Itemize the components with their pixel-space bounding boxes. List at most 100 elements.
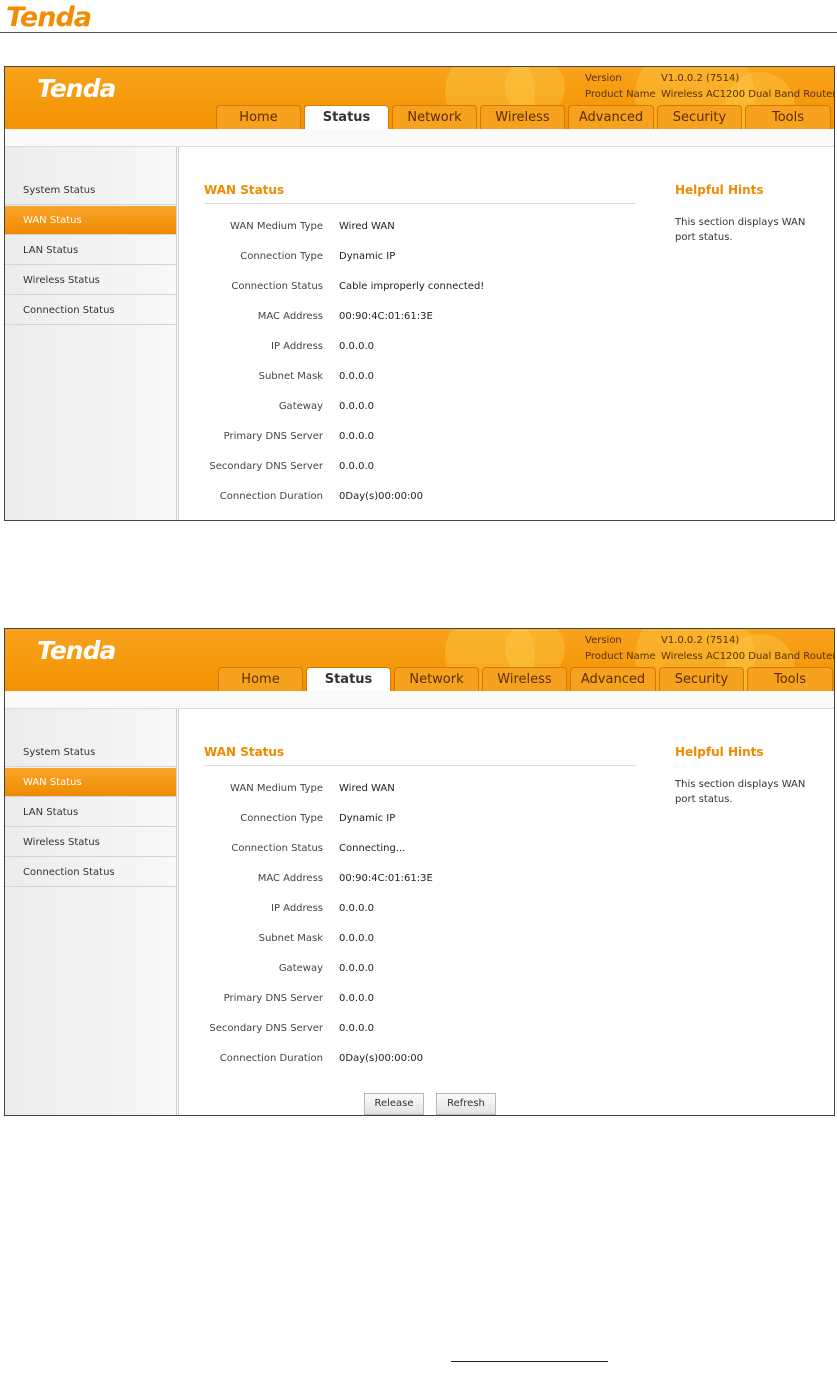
main-content: WAN Status WAN Medium Type Wired WAN Con… <box>178 709 659 1115</box>
ip-address-label: IP Address <box>271 903 323 914</box>
subnet-mask-label: Subnet Mask <box>258 933 323 944</box>
tab-security[interactable]: Security <box>657 105 742 129</box>
tab-wireless[interactable]: Wireless <box>482 667 567 691</box>
tab-home[interactable]: Home <box>216 105 301 129</box>
ip-address-label: IP Address <box>271 341 323 352</box>
sidebar-item-system-status[interactable]: System Status <box>5 738 176 767</box>
sidebar-item-wan-status[interactable]: WAN Status <box>5 206 176 235</box>
sidebar-item-lan-status[interactable]: LAN Status <box>5 236 176 265</box>
document-header-rule <box>0 32 837 33</box>
connection-type-value: Dynamic IP <box>339 251 396 262</box>
connection-status-value: Connecting... <box>339 843 406 854</box>
sidebar-item-wireless-status[interactable]: Wireless Status <box>5 266 176 295</box>
connection-status-value: Cable improperly connected! <box>339 281 485 292</box>
connection-duration-label: Connection Duration <box>219 491 323 502</box>
product-name-value: Wireless AC1200 Dual Band Router <box>661 651 834 662</box>
gateway-label: Gateway <box>278 963 323 974</box>
gateway-label: Gateway <box>278 401 323 412</box>
ip-address-value: 0.0.0.0 <box>339 341 374 352</box>
tab-home[interactable]: Home <box>218 667 303 691</box>
device-info: Version V1.0.0.2 (7514) Product Name Wirel… <box>585 71 834 103</box>
tab-status[interactable]: Status <box>304 105 389 129</box>
tab-advanced[interactable]: Advanced <box>568 105 654 129</box>
primary-dns-value: 0.0.0.0 <box>339 431 374 442</box>
device-info: Version V1.0.0.2 (7514) Product Name Wirel… <box>585 633 834 665</box>
connection-status-label: Connection Status <box>231 843 323 854</box>
helpful-hints-panel: Helpful Hints This section displays WAN … <box>658 147 834 520</box>
subnet-mask-value: 0.0.0.0 <box>339 371 374 382</box>
subnet-mask-label: Subnet Mask <box>258 371 323 382</box>
main-content: WAN Status WAN Medium Type Wired WAN Con… <box>178 147 659 520</box>
section-divider <box>204 765 636 766</box>
sub-header-bar <box>5 129 834 147</box>
helpful-hints-title: Helpful Hints <box>675 183 764 197</box>
tenda-logo: Tenda <box>37 636 116 665</box>
helpful-hints-title: Helpful Hints <box>675 745 764 759</box>
version-label: Version <box>585 635 622 646</box>
tab-advanced[interactable]: Advanced <box>570 667 656 691</box>
sidebar-item-system-status[interactable]: System Status <box>5 176 176 205</box>
sidebar-item-wireless-status[interactable]: Wireless Status <box>5 828 176 857</box>
tenda-logo: Tenda <box>37 74 116 103</box>
gateway-value: 0.0.0.0 <box>339 401 374 412</box>
tab-network[interactable]: Network <box>392 105 477 129</box>
product-name-value: Wireless AC1200 Dual Band Router <box>661 89 834 100</box>
connection-status-label: Connection Status <box>231 281 323 292</box>
router-ui-screenshot-1: Tenda Version V1.0.0.2 (7514) Product Nam… <box>4 66 835 521</box>
sidebar-item-connection-status[interactable]: Connection Status <box>5 296 176 325</box>
mac-address-value: 00:90:4C:01:61:3E <box>339 873 433 884</box>
refresh-button[interactable]: Refresh <box>436 1093 496 1115</box>
secondary-dns-label: Secondary DNS Server <box>209 1023 323 1034</box>
tab-security[interactable]: Security <box>659 667 744 691</box>
mac-address-label: MAC Address <box>257 873 323 884</box>
secondary-dns-value: 0.0.0.0 <box>339 461 374 472</box>
subnet-mask-value: 0.0.0.0 <box>339 933 374 944</box>
tab-tools[interactable]: Tools <box>747 667 833 691</box>
tab-wireless[interactable]: Wireless <box>480 105 565 129</box>
sidebar-item-lan-status[interactable]: LAN Status <box>5 798 176 827</box>
primary-dns-label: Primary DNS Server <box>223 993 323 1004</box>
connection-type-label: Connection Type <box>240 813 323 824</box>
product-name-label: Product Name <box>585 651 656 662</box>
connection-type-label: Connection Type <box>240 251 323 262</box>
helpful-hints-text: This section displays WAN port status. <box>675 217 806 243</box>
connection-duration-label: Connection Duration <box>219 1053 323 1064</box>
primary-dns-value: 0.0.0.0 <box>339 993 374 1004</box>
router-ui-screenshot-2: Tenda Version V1.0.0.2 (7514) Product Nam… <box>4 628 835 1116</box>
wan-medium-type-value: Wired WAN <box>339 783 395 794</box>
sidebar: System Status WAN Status LAN Status Wire… <box>5 709 177 1115</box>
sidebar-item-connection-status[interactable]: Connection Status <box>5 858 176 887</box>
wan-medium-type-label: WAN Medium Type <box>230 783 323 794</box>
secondary-dns-value: 0.0.0.0 <box>339 1023 374 1034</box>
section-title: WAN Status <box>204 183 285 197</box>
version-value: V1.0.0.2 (7514) <box>661 73 740 84</box>
version-label: Version <box>585 73 622 84</box>
helpful-hints-panel: Helpful Hints This section displays WAN … <box>658 709 834 1115</box>
mac-address-label: MAC Address <box>257 311 323 322</box>
release-button[interactable]: Release <box>364 1093 424 1115</box>
top-header: Tenda Version V1.0.0.2 (7514) Product Nam… <box>5 67 834 129</box>
product-name-label: Product Name <box>585 89 656 100</box>
ip-address-value: 0.0.0.0 <box>339 903 374 914</box>
tab-network[interactable]: Network <box>394 667 479 691</box>
sidebar: System Status WAN Status LAN Status Wire… <box>5 147 177 520</box>
tab-status[interactable]: Status <box>306 667 391 691</box>
wan-medium-type-label: WAN Medium Type <box>230 221 323 232</box>
section-divider <box>204 203 636 204</box>
mac-address-value: 00:90:4C:01:61:3E <box>339 311 433 322</box>
primary-dns-label: Primary DNS Server <box>223 431 323 442</box>
footer-rule <box>451 1361 608 1362</box>
connection-type-value: Dynamic IP <box>339 813 396 824</box>
connection-duration-value: 0Day(s)00:00:00 <box>339 491 424 502</box>
secondary-dns-label: Secondary DNS Server <box>209 461 323 472</box>
wan-medium-type-value: Wired WAN <box>339 221 395 232</box>
connection-duration-value: 0Day(s)00:00:00 <box>339 1053 424 1064</box>
section-title: WAN Status <box>204 745 285 759</box>
sidebar-item-wan-status[interactable]: WAN Status <box>5 768 176 797</box>
version-value: V1.0.0.2 (7514) <box>661 635 740 646</box>
top-header: Tenda Version V1.0.0.2 (7514) Product Nam… <box>5 629 834 691</box>
sub-header-bar <box>5 691 834 709</box>
gateway-value: 0.0.0.0 <box>339 963 374 974</box>
tab-tools[interactable]: Tools <box>745 105 831 129</box>
document-header-logo: Tenda <box>6 2 92 33</box>
